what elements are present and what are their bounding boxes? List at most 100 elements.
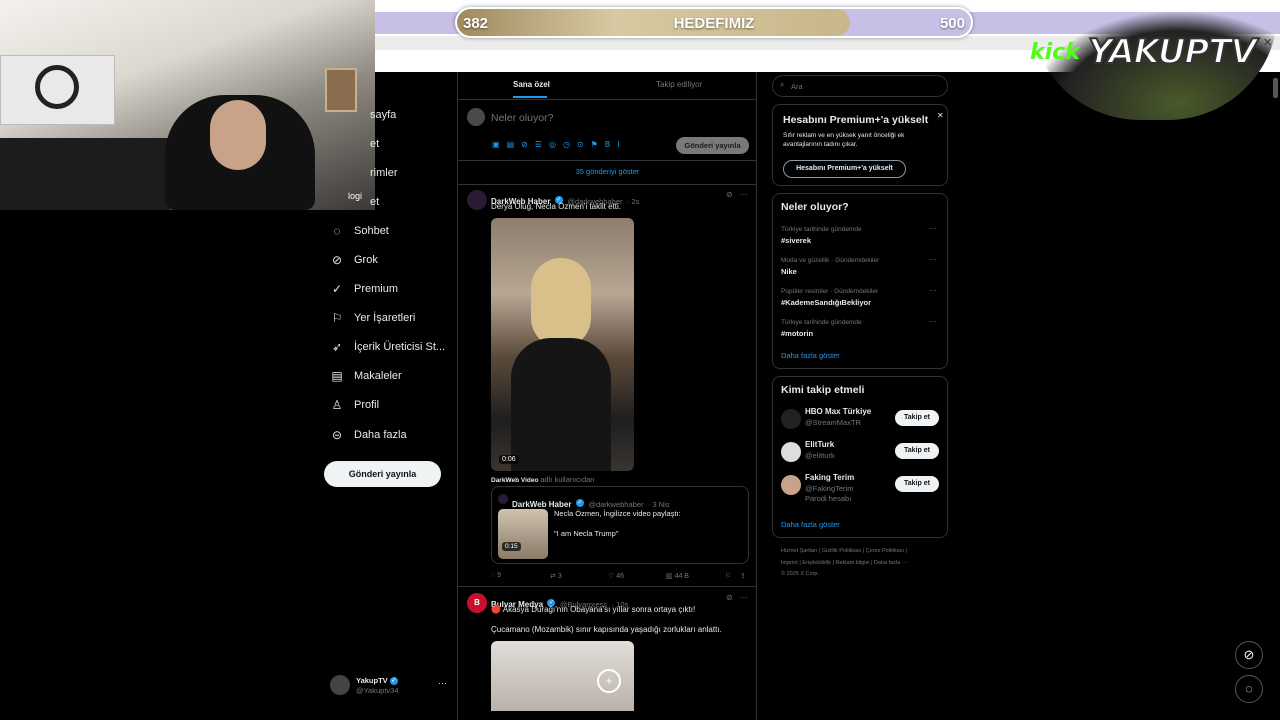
tweet-via: DarkWeb Video adlı kullanıcıdan <box>491 475 594 484</box>
trend-name[interactable]: #KademeSandığıBekliyor <box>781 298 871 307</box>
tweet-avatar[interactable]: B <box>467 593 487 613</box>
trend-name[interactable]: #motorin <box>781 329 813 338</box>
quote-time: · 3 Nis <box>647 500 670 509</box>
trend-name[interactable]: #siverek <box>781 236 811 245</box>
view-count: 44 B <box>674 573 689 580</box>
more-icon[interactable]: ··· <box>929 224 937 233</box>
sidebar-item[interactable]: ◌ Sohbet <box>330 224 388 238</box>
who-show-more[interactable]: Daha fazla göster <box>781 520 840 529</box>
sidebar-item[interactable]: ◔rimler <box>330 166 398 180</box>
like-button[interactable]: ♡ 46 <box>608 572 624 580</box>
gif-icon[interactable]: ▤ <box>507 140 522 149</box>
schedule-icon[interactable]: ◷ <box>563 140 577 149</box>
close-icon[interactable]: ✕ <box>937 111 944 120</box>
italic-icon[interactable]: I <box>617 140 626 149</box>
trend-meta: Türkiye tarihinde gündemde <box>781 226 862 233</box>
who-title: Kimi takip etmeli <box>781 384 865 396</box>
sidebar-item[interactable]: ⚐ Yer İşaretleri <box>330 311 416 325</box>
trends-show-more[interactable]: Daha fazla göster <box>781 351 840 360</box>
sidebar-item[interactable]: ✓ Premium <box>330 282 398 296</box>
more-icon[interactable]: ··· <box>929 286 937 295</box>
messages-float-icon[interactable]: ◌ <box>1235 675 1263 703</box>
footer-links-1[interactable]: Hizmet Şartları | Gizlilik Politikası | … <box>781 548 907 554</box>
compose-post-button[interactable]: Gönderi yayınla <box>676 137 749 154</box>
webcam-poster <box>325 68 357 112</box>
quote-tweet[interactable]: DarkWeb Haber ✓ @darkwebhaber · 3 Nis 0:… <box>491 486 749 564</box>
sidebar-item[interactable]: ♙ Profil <box>330 398 379 412</box>
sidebar-item[interactable]: ⊘ Grok <box>330 253 378 267</box>
sidebar-item[interactable]: ➶ İçerik Üreticisi St... <box>330 340 445 354</box>
compose-input[interactable]: Neler oluyor? <box>491 112 553 124</box>
follow-avatar[interactable] <box>781 475 801 495</box>
sidebar-item[interactable]: ⊝ Daha fazla <box>330 428 407 442</box>
views-button[interactable]: ▥ 44 B <box>666 572 689 580</box>
premium-button[interactable]: Hesabını Premium+'a yükselt <box>783 160 906 178</box>
follow-name[interactable]: ElitTurk <box>805 440 834 449</box>
tweet-avatar[interactable] <box>467 190 487 210</box>
tweet-image[interactable]: + <box>491 641 634 711</box>
sidebar-item[interactable]: ⌕et <box>330 137 379 151</box>
sidebar-item[interactable]: ✉et <box>330 195 379 209</box>
quote-video[interactable]: 0:15 <box>498 509 548 559</box>
video-subject-head <box>531 258 591 348</box>
location-icon[interactable]: ⊙ <box>577 140 591 149</box>
follow-handle: @FakingTerim <box>805 484 854 493</box>
follow-name[interactable]: Faking Terim <box>805 473 854 482</box>
follow-avatar[interactable] <box>781 442 801 462</box>
close-tab-icon[interactable]: ✕ <box>1263 36 1272 49</box>
tab-indicator <box>513 96 547 98</box>
tweet-text: 🔴 Akasya Durağı'nın Obayana'sı yıllar so… <box>491 605 696 614</box>
bold-icon[interactable]: B <box>605 140 617 149</box>
retweet-button[interactable]: ⇄ 3 <box>550 572 562 580</box>
show-more-posts[interactable]: 35 gönderiyi göster <box>458 167 757 176</box>
post-button[interactable]: Gönderi yayınla <box>324 461 441 487</box>
quote-video-duration: 0:15 <box>502 542 521 551</box>
grok-icon[interactable]: ⊘ <box>726 190 733 199</box>
search-input[interactable]: ⌕ Ara <box>772 75 948 97</box>
reply-icon: ◌ <box>491 572 496 579</box>
follow-name[interactable]: HBO Max Türkiye <box>805 407 871 416</box>
sidebar-item-label: sayfa <box>370 109 397 121</box>
goal-title: HEDEFIMIZ <box>673 15 755 32</box>
follow-button[interactable]: Takip et <box>895 410 939 426</box>
more-icon[interactable]: ··· <box>929 255 937 264</box>
brand-logo: YAKUPTV <box>1087 31 1258 73</box>
account-switcher[interactable]: YakupTV ✓ @Yakuptv34 ··· <box>330 674 450 698</box>
reply-button[interactable]: ◌ 9 <box>491 572 501 579</box>
more-icon[interactable]: ··· <box>740 593 748 602</box>
follow-handle: @StreamMaxTR <box>805 418 861 427</box>
grok-float-icon[interactable]: ⊘ <box>1235 641 1263 669</box>
tab-for-you[interactable]: Sana özel <box>513 80 550 89</box>
emoji-icon[interactable]: ◎ <box>549 140 563 149</box>
via-name[interactable]: DarkWeb Video <box>491 477 538 484</box>
more-icon[interactable]: ··· <box>740 190 748 199</box>
tab-following[interactable]: Takip ediliyor <box>656 80 702 89</box>
sidebar-item[interactable]: ⌂sayfa <box>330 108 396 122</box>
trends-card: Neler oluyor? Türkiye tarihinde gündemde… <box>772 193 948 369</box>
image-icon[interactable]: ▣ <box>492 140 507 149</box>
more-icon[interactable]: ··· <box>438 678 447 688</box>
compose-avatar <box>467 108 485 126</box>
follow-button[interactable]: Takip et <box>895 476 939 492</box>
more-circle-icon: ⊝ <box>331 428 343 442</box>
bookmark-icon[interactable]: ⚐ <box>725 572 731 580</box>
search-placeholder: Ara <box>791 82 803 91</box>
trend-name[interactable]: Nike <box>781 267 797 276</box>
grok-icon[interactable]: ⊘ <box>521 140 535 149</box>
quote-avatar <box>498 494 508 504</box>
chart-icon: ▥ <box>666 573 673 580</box>
follow-avatar[interactable] <box>781 409 801 429</box>
poll-icon[interactable]: ☰ <box>535 140 549 149</box>
grok-icon[interactable]: ⊘ <box>726 593 733 602</box>
footer-links-2[interactable]: Imprint | Erişilebilirlik | Reklam bilgi… <box>781 560 907 566</box>
verified-icon: ✓ <box>575 498 584 507</box>
follow-button[interactable]: Takip et <box>895 443 939 459</box>
goal-target: 500 <box>939 15 965 32</box>
scrollbar[interactable] <box>1273 78 1278 98</box>
flag-icon[interactable]: ⚑ <box>591 140 605 149</box>
more-icon[interactable]: ··· <box>929 317 937 326</box>
tweet-video[interactable]: 0:06 <box>491 218 634 471</box>
share-icon[interactable]: ⇪ <box>740 572 746 580</box>
parody-label: Parodi hesabı <box>805 494 852 503</box>
sidebar-item[interactable]: ▤ Makaleler <box>330 369 401 383</box>
